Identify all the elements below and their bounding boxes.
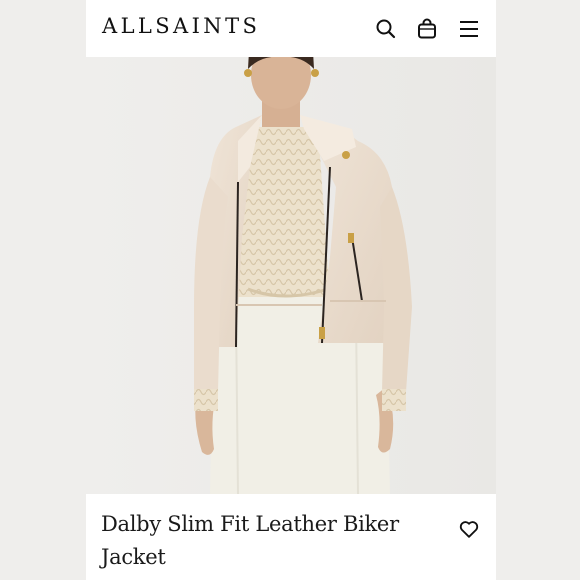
product-image[interactable] [86,57,496,494]
search-icon[interactable] [374,17,398,41]
heart-icon[interactable] [458,518,480,540]
menu-icon[interactable] [457,17,481,41]
product-page: ALLSAINTS Dalby Slim Fit Leather Biker J… [86,0,496,580]
bag-icon[interactable] [415,17,439,41]
model-photo-illustration [86,57,496,494]
product-title[interactable]: Dalby Slim Fit Leather Biker Jacket [101,508,431,574]
site-header: ALLSAINTS [86,0,496,57]
brand-logo[interactable]: ALLSAINTS [102,14,260,38]
product-info: Dalby Slim Fit Leather Biker Jacket [86,494,496,580]
